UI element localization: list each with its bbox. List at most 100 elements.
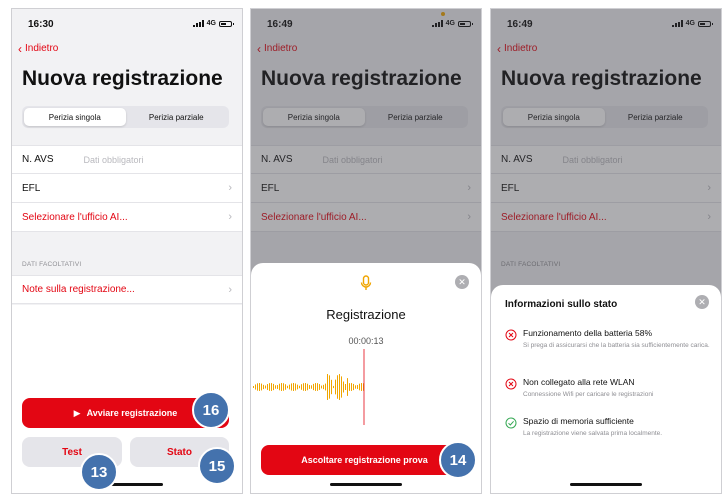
notes-row[interactable]: Note sulla registrazione... › (12, 275, 242, 304)
waveform-bar (307, 383, 308, 391)
play-icon: ▶ (73, 407, 81, 418)
waveform-bar (289, 384, 290, 390)
segment-perizia-singola[interactable]: Perizia singola (24, 108, 126, 126)
status-bar: 16:30 4G (12, 9, 242, 35)
annotation-badge-15: 15 (198, 447, 236, 485)
waveform-bar (305, 383, 306, 391)
close-icon[interactable]: ✕ (455, 275, 469, 289)
back-label: Indietro (25, 43, 59, 54)
segment-perizia-parziale[interactable]: Perizia parziale (126, 108, 228, 126)
annotation-badge-13: 13 (80, 453, 118, 491)
waveform-bar (331, 379, 332, 395)
status-item-wlan: Non collegato alla rete WLAN Connessione… (505, 377, 711, 399)
waveform-bar (347, 378, 348, 396)
waveform-bar (309, 385, 310, 389)
chevron-left-icon: ‹ (18, 41, 22, 56)
waveform-bar (263, 384, 264, 390)
close-icon[interactable]: ✕ (695, 295, 709, 309)
form-list: N. AVS Dati obbligatori EFL › Selezionar… (12, 145, 242, 232)
phone-screen-3: 16:49 4G ‹ Indietro Nuova registrazione … (490, 8, 722, 494)
home-indicator (570, 483, 642, 486)
annotation-badge-14: 14 (439, 441, 477, 479)
waveform-bar (259, 383, 260, 391)
waveform-bar (337, 375, 338, 399)
waveform-bar (275, 385, 276, 389)
waveform-bar (293, 383, 294, 391)
efl-row[interactable]: EFL › (12, 174, 242, 203)
status-item-battery: Funzionamento della batteria 58% Si preg… (505, 328, 711, 350)
annotation-badge-16: 16 (192, 391, 230, 429)
error-x-icon (505, 378, 517, 390)
waveform-bar (353, 383, 354, 391)
waveform-bar (255, 384, 256, 390)
status-item-title: Funzionamento della batteria 58% (523, 328, 652, 338)
waveform-bar (325, 383, 326, 391)
efl-label: EFL (22, 182, 41, 194)
waveform-bar (285, 384, 286, 390)
recording-title: Registrazione (326, 307, 406, 322)
waveform-bar (343, 381, 344, 393)
waveform-bar (291, 383, 292, 391)
waveform-bar (355, 385, 356, 389)
back-button[interactable]: ‹ Indietro (18, 41, 59, 56)
waveform-bar (359, 383, 360, 391)
waveform-bar (283, 383, 284, 391)
waveform-bar (299, 385, 300, 389)
waveform-bar (323, 384, 324, 390)
waveform-bar (273, 383, 274, 391)
avs-input[interactable]: Dati obbligatori (84, 155, 144, 165)
signal-indicator: 4G (192, 20, 234, 27)
error-x-icon (505, 329, 517, 341)
waveform-bar (335, 379, 336, 395)
status-item-title: Spazio di memoria sufficiente (523, 416, 634, 426)
waveform-bar (267, 384, 268, 390)
waveform-bar (257, 383, 258, 391)
waveform-bar (277, 385, 278, 389)
waveform-bar (339, 374, 340, 400)
waveform-bar (261, 383, 262, 391)
office-label: Selezionare l'ufficio AI... (22, 211, 128, 223)
home-indicator (330, 483, 402, 486)
office-row[interactable]: Selezionare l'ufficio AI... › (12, 203, 242, 232)
waveform-bar (313, 383, 314, 391)
check-circle-icon (505, 417, 517, 429)
chevron-right-icon: › (228, 182, 232, 194)
notes-label: Note sulla registrazione... (22, 284, 135, 295)
waveform-bar (297, 384, 298, 390)
waveform-bar (317, 383, 318, 391)
waveform-bar (341, 376, 342, 398)
waveform-bar (329, 375, 330, 399)
segmented-control: Perizia singola Perizia parziale (22, 106, 229, 128)
start-recording-label: Avviare registrazione (86, 408, 178, 418)
waveform-bar (281, 383, 282, 391)
waveform-bar (351, 383, 352, 391)
status-item-title: Non collegato alla rete WLAN (523, 377, 635, 387)
waveform-bar (315, 383, 316, 391)
waveform-bar (287, 385, 288, 389)
recording-sheet: ✕ Registrazione 00:00:13 Ascoltare regis… (251, 263, 481, 493)
status-item-subtitle: La registrazione viene salvata prima loc… (523, 430, 663, 437)
listen-test-recording-button[interactable]: Ascoltare registrazione prova (261, 445, 468, 475)
waveform-bar (271, 383, 272, 391)
waveform-bar (295, 383, 296, 391)
waveform-bar (303, 383, 304, 391)
waveform-bar (269, 383, 270, 391)
chevron-right-icon: › (228, 211, 232, 223)
waveform-bar (265, 385, 266, 389)
waveform-bar (321, 385, 322, 389)
phone-screen-2: 16:49 4G ‹ Indietro Nuova registrazione … (250, 8, 482, 494)
battery-icon (219, 20, 234, 27)
waveform-bar (301, 384, 302, 390)
status-time: 16:30 (28, 19, 54, 30)
recording-elapsed-time: 00:00:13 (348, 336, 384, 346)
waveform-bar (357, 385, 358, 389)
signal-icon (192, 20, 204, 27)
optional-section-header: DATI FACOLTATIVI (22, 261, 82, 268)
waveform-bar (327, 374, 328, 400)
status-item-storage: Spazio di memoria sufficiente La registr… (505, 416, 711, 438)
avs-row[interactable]: N. AVS Dati obbligatori (12, 145, 242, 174)
waveform-bar (349, 383, 350, 391)
chevron-right-icon: › (228, 283, 232, 296)
waveform-bar (279, 383, 280, 391)
waveform-bar (361, 383, 362, 391)
